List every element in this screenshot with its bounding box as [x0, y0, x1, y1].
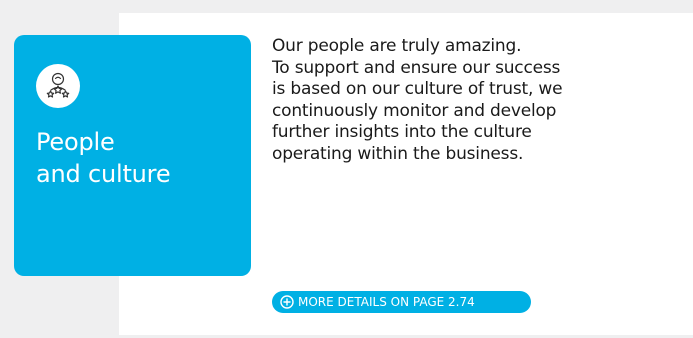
section-card: People and culture	[14, 35, 251, 276]
body-line: further insights into the culture	[272, 122, 532, 142]
plus-circle-icon	[280, 295, 294, 309]
more-details-label: MORE DETAILS ON PAGE 2.74	[298, 295, 475, 309]
body-line: Our people are truly amazing.	[272, 36, 522, 56]
person-stars-icon	[36, 64, 80, 108]
section-title-line: People	[36, 128, 115, 156]
body-line: continuously monitor and develop	[272, 100, 557, 121]
section-title: People and culture	[36, 126, 171, 190]
section-title-line: and culture	[36, 160, 171, 188]
more-details-button[interactable]: MORE DETAILS ON PAGE 2.74	[272, 291, 531, 313]
body-line: operating within the business.	[272, 143, 524, 164]
body-line: To support and ensure our success	[272, 57, 561, 78]
body-paragraph: Our people are truly amazing. To support…	[272, 36, 672, 165]
body-line: is based on our culture of trust, we	[272, 79, 563, 99]
